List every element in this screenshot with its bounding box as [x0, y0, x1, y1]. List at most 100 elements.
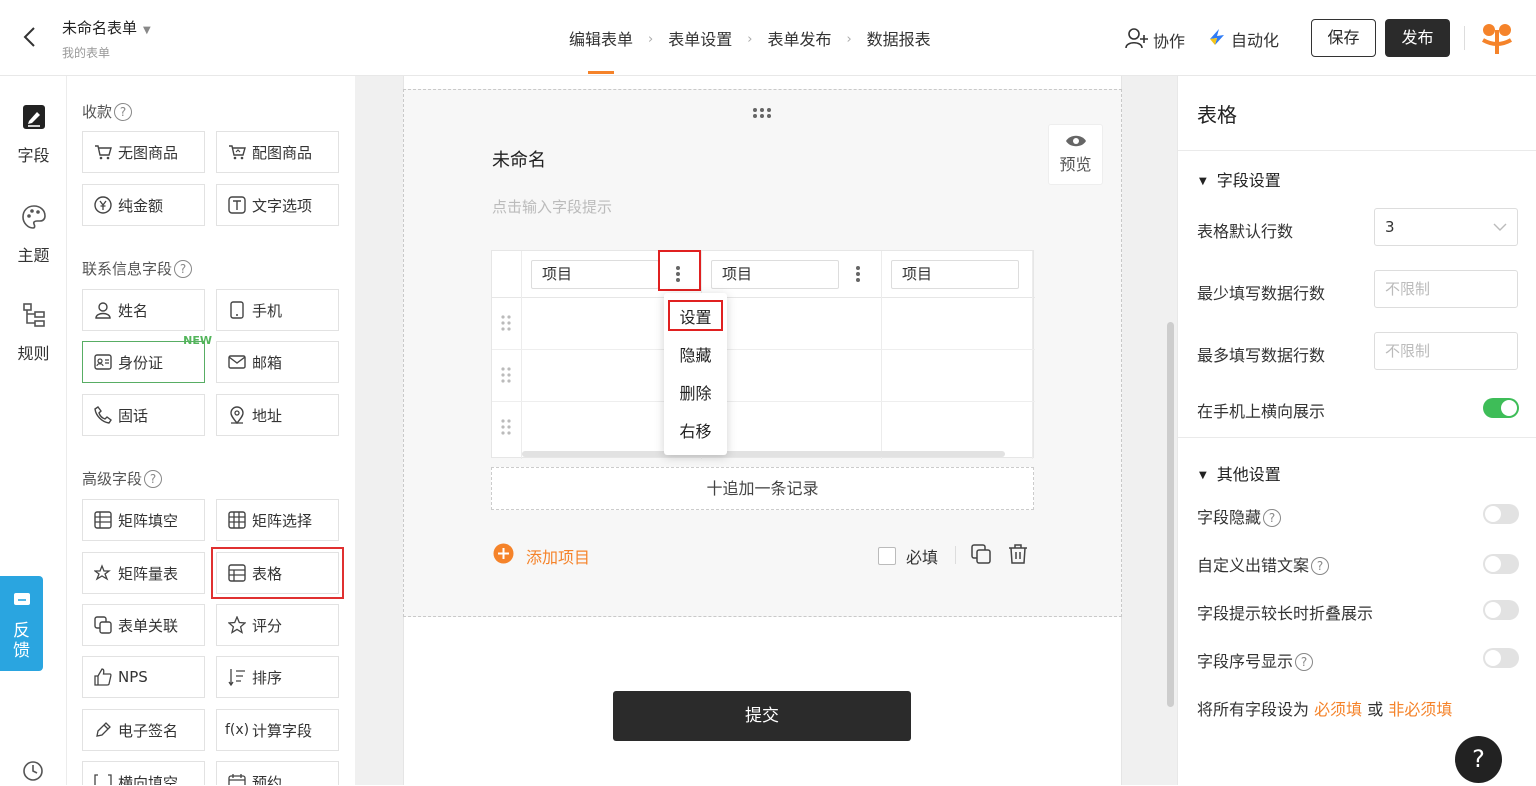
history-icon[interactable] [22, 760, 44, 786]
horizontal-scrollbar[interactable] [522, 451, 1005, 457]
automation-button[interactable]: 自动化 [1207, 27, 1279, 51]
help-button[interactable]: ? [1455, 736, 1502, 783]
add-record-button[interactable]: 十追加一条记录 [491, 467, 1034, 510]
nav-theme[interactable]: 主题 [0, 204, 67, 266]
step-form-publish[interactable]: 表单发布 [767, 28, 831, 52]
custom-error-label: 自定义出错文案? [1197, 552, 1330, 576]
required-checkbox[interactable] [878, 547, 896, 565]
field-rating[interactable]: 评分 [216, 604, 339, 646]
step-edit-form[interactable]: 编辑表单 [569, 28, 633, 74]
calendar-icon [228, 773, 246, 785]
field-signature[interactable]: 电子签名 [82, 709, 205, 751]
form-subtitle: 我的表单 [62, 46, 111, 60]
menu-item-delete[interactable]: 删除 [664, 381, 727, 407]
add-item-button[interactable]: 添加项目 [493, 543, 590, 568]
nav-fields[interactable]: 字段 [0, 104, 67, 166]
menu-item-move-right[interactable]: 右移 [664, 419, 727, 445]
custom-error-toggle[interactable] [1483, 554, 1519, 574]
divider [955, 546, 956, 564]
field-form-link[interactable]: 表单关联 [82, 604, 205, 646]
column-header-input[interactable]: 项目 [711, 260, 839, 289]
form-title[interactable]: 未命名表单 ▼ [62, 17, 151, 38]
field-horizontal-fill[interactable]: 横向填空 [82, 761, 205, 785]
field-id-card[interactable]: 身份证 NEW [82, 334, 212, 383]
avatar[interactable] [1477, 18, 1517, 62]
table-editor: 项目 项目 项目 [491, 250, 1035, 459]
help-icon[interactable]: ? [1311, 557, 1330, 575]
max-rows-input[interactable]: 不限制 [1374, 332, 1518, 370]
submit-button[interactable]: 提交 [613, 691, 911, 741]
field-matrix-fill[interactable]: 矩阵填空 [82, 499, 205, 541]
seq-toggle[interactable] [1483, 648, 1519, 668]
field-matrix-scale[interactable]: 矩阵量表 [82, 552, 205, 594]
drag-handle-icon[interactable] [500, 418, 512, 440]
set-all-required-link[interactable]: 必须填 [1314, 700, 1362, 719]
vertical-scrollbar[interactable] [1167, 322, 1174, 707]
landscape-toggle[interactable] [1483, 398, 1519, 418]
min-rows-input[interactable]: 不限制 [1374, 270, 1518, 308]
function-icon: f(x) [224, 722, 250, 738]
help-icon[interactable]: ? [144, 470, 163, 488]
field-booking[interactable]: 预约 [216, 761, 339, 785]
fold-toggle[interactable] [1483, 600, 1519, 620]
highlight-box [668, 300, 723, 331]
column-header-input[interactable]: 项目 [531, 260, 659, 289]
set-all-optional-link[interactable]: 非必须填 [1388, 700, 1452, 719]
new-badge: NEW [183, 334, 212, 347]
field-product-img[interactable]: 配图商品 [216, 131, 339, 173]
top-bar: 未命名表单 ▼ 我的表单 编辑表单 › 表单设置 › 表单发布 › 数据报表 协作… [0, 0, 1536, 76]
save-button[interactable]: 保存 [1311, 19, 1376, 57]
section-field-settings[interactable]: ▼ 字段设置 [1199, 167, 1281, 191]
mail-icon [228, 353, 246, 371]
help-icon[interactable]: ? [174, 260, 193, 278]
collab-button[interactable]: 协作 [1125, 27, 1185, 53]
field-hide-toggle[interactable] [1483, 504, 1519, 524]
field-title[interactable]: 未命名 [492, 146, 546, 172]
seq-label: 字段序号显示? [1197, 648, 1314, 672]
thumbs-up-icon [94, 668, 112, 686]
drag-handle-icon[interactable] [500, 314, 512, 336]
more-vertical-icon[interactable] [848, 264, 868, 286]
yen-icon [94, 196, 112, 214]
triangle-down-icon: ▼ [1199, 470, 1207, 481]
field-table[interactable]: 表格 [211, 547, 344, 599]
preview-button[interactable]: 预览 [1048, 124, 1103, 185]
step-data-report[interactable]: 数据报表 [867, 28, 931, 52]
menu-item-hide[interactable]: 隐藏 [664, 343, 727, 369]
required-toggle[interactable]: 必填 [878, 544, 938, 568]
step-form-settings[interactable]: 表单设置 [668, 28, 732, 52]
nav-rules[interactable]: 规则 [0, 302, 67, 364]
field-mobile[interactable]: 手机 [216, 289, 339, 331]
help-icon[interactable]: ? [114, 103, 133, 121]
back-icon[interactable] [22, 26, 44, 50]
section-other-settings[interactable]: ▼ 其他设置 [1199, 461, 1281, 485]
trash-icon[interactable] [1008, 543, 1028, 569]
field-amount[interactable]: 纯金额 [82, 184, 205, 226]
field-email[interactable]: 邮箱 [216, 341, 339, 383]
field-name[interactable]: 姓名 [82, 289, 205, 331]
group-advanced-title: 高级字段? [82, 468, 163, 489]
caret-down-icon[interactable]: ▼ [143, 25, 151, 36]
field-address[interactable]: 地址 [216, 394, 339, 436]
field-matrix-select[interactable]: 矩阵选择 [216, 499, 339, 541]
drag-handle-icon[interactable] [752, 104, 772, 123]
field-formula[interactable]: f(x) 计算字段 [216, 709, 339, 751]
field-text-option[interactable]: 文字选项 [216, 184, 339, 226]
chevron-down-icon [1493, 209, 1507, 245]
publish-button[interactable]: 发布 [1385, 19, 1450, 57]
field-hint[interactable]: 点击输入字段提示 [492, 196, 612, 217]
drag-handle-icon[interactable] [500, 366, 512, 388]
column-header-input[interactable]: 项目 [891, 260, 1019, 289]
field-landline[interactable]: 固话 [82, 394, 205, 436]
rules-icon [0, 302, 67, 332]
feedback-button[interactable]: 反馈 [0, 576, 43, 671]
copy-icon[interactable] [970, 543, 992, 569]
group-contact-title: 联系信息字段? [82, 258, 193, 279]
field-sort[interactable]: 排序 [216, 656, 339, 698]
help-icon[interactable]: ? [1295, 653, 1314, 671]
default-rows-select[interactable]: 3 [1374, 208, 1518, 246]
help-icon[interactable]: ? [1263, 509, 1282, 527]
field-hide-label: 字段隐藏? [1197, 504, 1282, 528]
field-product-noimg[interactable]: 无图商品 [82, 131, 205, 173]
field-nps[interactable]: NPS [82, 656, 205, 698]
